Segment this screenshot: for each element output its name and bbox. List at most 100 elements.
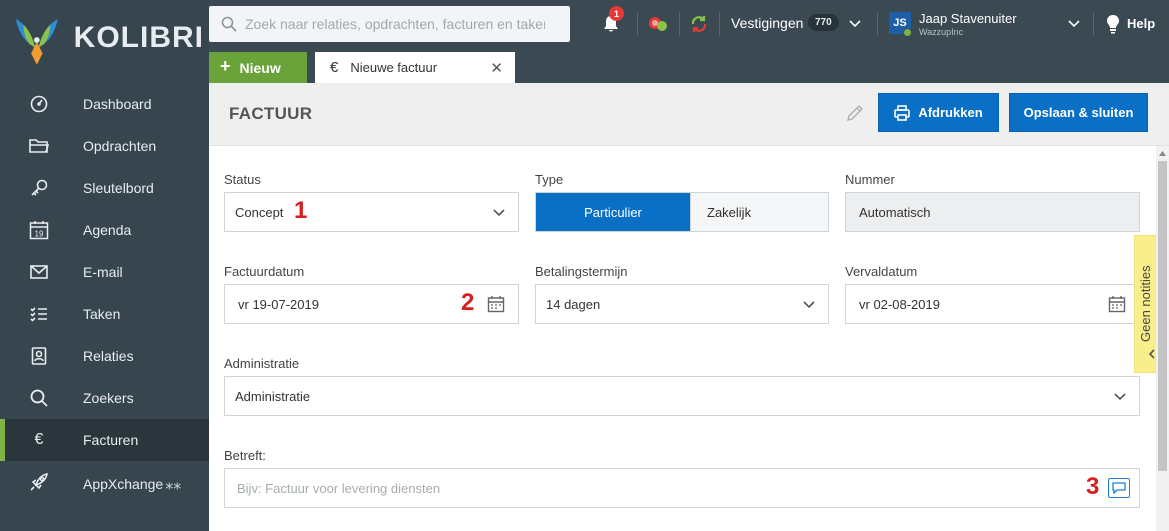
kolibri-logo-icon <box>15 19 58 65</box>
pencil-icon[interactable] <box>846 104 864 122</box>
payment-term-value: 14 dagen <box>546 296 601 312</box>
sidebar-item-label: E-mail <box>83 264 123 280</box>
euro-icon: € <box>330 59 339 76</box>
branches-label[interactable]: Vestigingen <box>731 15 803 31</box>
sync-button[interactable] <box>687 12 711 36</box>
type-toggle: Particulier Zakelijk <box>535 192 829 232</box>
subject-input[interactable]: Bijv: Factuur voor levering diensten <box>224 468 1140 508</box>
notification-count-badge: 1 <box>609 6 624 21</box>
brand-logo[interactable]: KOLIBRI <box>14 10 204 70</box>
subject-label: Betreft: <box>224 448 266 463</box>
sidebar-item-label: Taken <box>83 306 121 322</box>
scroll-up-arrow-icon[interactable] <box>1158 149 1167 158</box>
sidebar-item-zoekers[interactable]: Zoekers <box>0 377 209 419</box>
user-name[interactable]: Jaap Stavenuiter <box>919 11 1017 26</box>
new-button-label: Nieuw <box>239 59 281 76</box>
sidebar-item-facturen[interactable]: € Facturen <box>0 419 209 461</box>
due-date-value: vr 02-08-2019 <box>859 296 940 312</box>
sidebar-item-label: Dashboard <box>83 96 152 112</box>
search-icon <box>29 389 49 407</box>
notifications-button[interactable]: 1 <box>600 6 624 36</box>
administration-value: Administratie <box>235 388 311 404</box>
branches-count-badge: 770 <box>808 14 839 31</box>
print-button[interactable]: Afdrukken <box>878 93 999 132</box>
sidebar-item-dashboard[interactable]: Dashboard <box>0 83 209 125</box>
administration-select[interactable]: Administratie <box>224 376 1140 416</box>
lightbulb-icon <box>1107 15 1119 34</box>
sidebar-item-agenda[interactable]: 19 Agenda <box>0 209 209 251</box>
speech-bubble-icon[interactable] <box>1108 478 1130 498</box>
status-select[interactable]: Concept <box>224 192 519 232</box>
euro-icon: € <box>34 431 44 448</box>
number-value: Automatisch <box>859 204 931 220</box>
dashboard-icon <box>29 95 49 113</box>
type-label: Type <box>535 172 564 187</box>
save-close-button[interactable]: Opslaan & sluiten <box>1009 93 1148 132</box>
sidebar-item-appxchange[interactable]: AppXchange ⁎⁎ <box>0 461 209 503</box>
printer-icon <box>894 104 911 121</box>
sidebar-item-taken[interactable]: Taken <box>0 293 209 335</box>
page-header: FACTUUR Afdrukken Opslaan & sluiten <box>209 83 1169 146</box>
help-button[interactable] <box>1105 12 1121 36</box>
tab-strip: + Nieuw € Nieuwe factuur ✕ <box>209 48 1169 83</box>
divider <box>637 12 638 36</box>
user-company: WazzupInc <box>919 27 964 37</box>
calendar-date: 19 <box>35 230 44 239</box>
subject-placeholder: Bijv: Factuur voor levering diensten <box>237 480 441 496</box>
sidebar-item-opdrachten[interactable]: Opdrachten <box>0 125 209 167</box>
divider <box>1093 12 1094 36</box>
global-search[interactable] <box>209 6 570 42</box>
calendar-icon[interactable] <box>1108 295 1126 313</box>
divider <box>679 12 680 36</box>
tab-new-invoice[interactable]: € Nieuwe factuur ✕ <box>315 52 515 83</box>
calendar-icon[interactable] <box>487 295 505 313</box>
invoice-date-value: vr 19-07-2019 <box>238 296 319 312</box>
tasks-icon <box>29 305 49 323</box>
chevron-down-icon <box>493 209 505 217</box>
sidebar-item-email[interactable]: E-mail <box>0 251 209 293</box>
mail-icon <box>29 263 49 281</box>
number-field: Automatisch <box>845 192 1140 232</box>
new-button[interactable]: + Nieuw <box>209 52 307 83</box>
sidebar-item-sleutelbord[interactable]: Sleutelbord <box>0 167 209 209</box>
sidebar-item-label: Relaties <box>83 348 134 364</box>
plus-icon: + <box>220 56 231 76</box>
status-value: Concept <box>235 204 284 220</box>
invoice-form-panel: FACTUUR Afdrukken Opslaan & sluiten Stat… <box>209 83 1169 531</box>
sidebar-item-label: Sleutelbord <box>83 180 154 196</box>
status-indicator-button[interactable] <box>646 12 670 36</box>
close-icon[interactable]: ✕ <box>490 59 503 77</box>
online-status-dot <box>903 28 912 37</box>
annotation-marker: 1 <box>294 197 308 224</box>
key-icon <box>29 179 49 197</box>
contacts-icon <box>29 347 49 365</box>
invoice-date-field[interactable]: vr 19-07-2019 <box>224 284 519 324</box>
sidebar-item-label: AppXchange ⁎⁎ <box>83 474 181 494</box>
notes-panel-label: Geen notities <box>1138 265 1153 342</box>
sidebar-item-label: Facturen <box>83 432 139 448</box>
chevron-down-icon[interactable] <box>1067 17 1081 31</box>
topbar: 1 Vestigingen 770 JS Jaap Stavenuiter Wa… <box>209 0 1169 48</box>
sidebar-item-label: Agenda <box>83 222 132 238</box>
search-input[interactable] <box>245 16 545 32</box>
scrollbar-thumb[interactable] <box>1158 161 1167 471</box>
chevron-down-icon <box>1114 393 1126 401</box>
annotation-marker: 3 <box>1086 473 1100 500</box>
scrollbar[interactable] <box>1156 146 1169 531</box>
sidebar-item-relaties[interactable]: Relaties <box>0 335 209 377</box>
page-title: FACTUUR <box>229 104 313 123</box>
help-label[interactable]: Help <box>1127 16 1155 31</box>
type-option-zakelijk[interactable]: Zakelijk <box>690 193 828 231</box>
invoice-date-label: Factuurdatum <box>224 264 305 279</box>
payment-term-select[interactable]: 14 dagen <box>535 284 829 324</box>
status-dots-icon <box>649 17 667 31</box>
chevron-down-icon[interactable] <box>848 17 862 31</box>
due-date-field[interactable]: vr 02-08-2019 <box>845 284 1140 324</box>
search-icon <box>221 16 237 32</box>
type-option-particulier[interactable]: Particulier <box>536 193 690 231</box>
chevron-down-icon <box>803 301 815 309</box>
annotation-marker: 2 <box>461 289 475 316</box>
sidebar-item-label-text: AppXchange <box>83 476 164 492</box>
tab-label: Nieuwe factuur <box>350 60 438 75</box>
due-date-label: Vervaldatum <box>845 264 918 279</box>
